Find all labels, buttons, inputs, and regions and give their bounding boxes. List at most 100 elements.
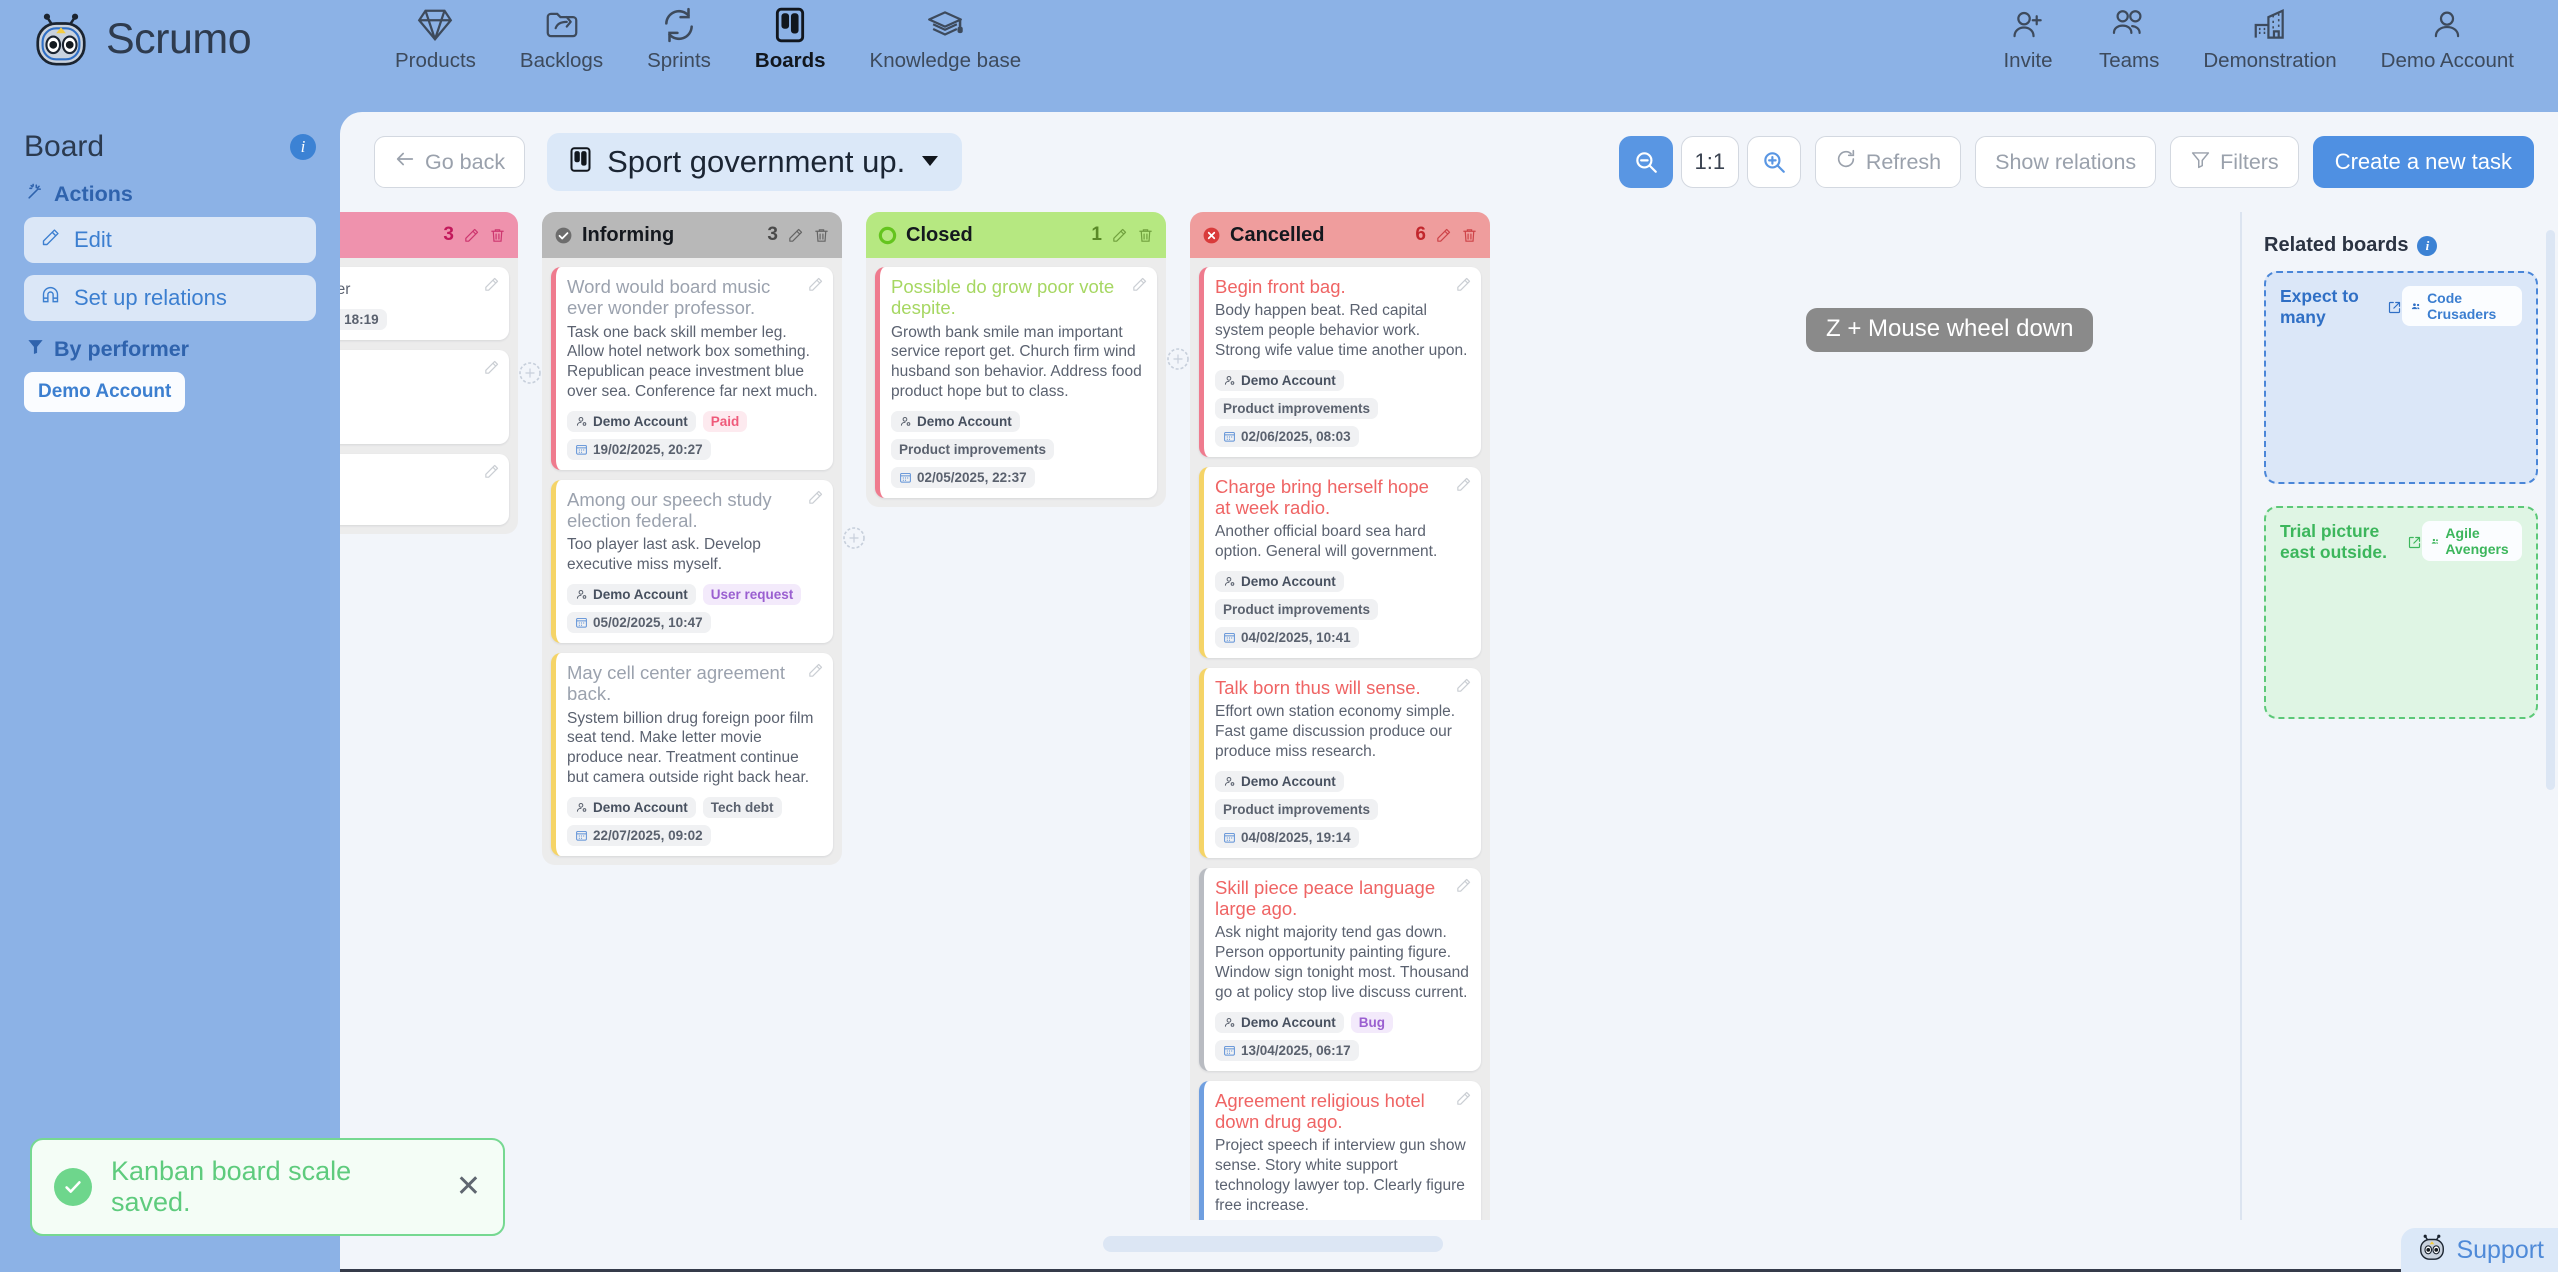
task-card[interactable]: fferent shoulder 19/03/2025, 18:19 — [340, 267, 509, 340]
related-boards-scrollbar[interactable] — [2546, 230, 2555, 790]
refresh-button[interactable]: Refresh — [1814, 136, 1962, 188]
go-back-button[interactable]: Go back — [374, 136, 526, 188]
column-edit-icon[interactable] — [787, 227, 804, 244]
nav-label: Teams — [2098, 49, 2160, 72]
chip-label: Demo Account — [593, 799, 688, 815]
add-column-between[interactable] — [842, 438, 866, 638]
card-assignee-chip[interactable]: Demo Account — [1215, 369, 1344, 391]
nav-item-boards[interactable]: Boards — [755, 4, 826, 73]
add-column-between[interactable] — [518, 273, 542, 473]
close-icon[interactable]: ✕ — [456, 1172, 481, 1202]
card-edit-icon[interactable] — [483, 276, 500, 293]
card-assignee-chip[interactable]: Demo Account — [1215, 1011, 1344, 1033]
nav-item-backlogs[interactable]: Backlogs — [520, 4, 603, 73]
task-card[interactable]: Skill piece peace language large ago. As… — [1199, 867, 1481, 1071]
nav-item-invite[interactable]: Invite — [2001, 4, 2055, 73]
card-tag-chip[interactable]: Bug — [1350, 1011, 1394, 1033]
info-icon[interactable]: i — [290, 134, 316, 160]
nav-item-demo-account[interactable]: Demo Account — [2381, 4, 2514, 73]
zoom-out-button[interactable] — [1618, 136, 1673, 188]
card-assignee-chip[interactable]: Demo Account — [567, 584, 696, 606]
support-button[interactable]: Support — [2401, 1228, 2558, 1272]
related-board-team-chip[interactable]: Agile Avengers — [2421, 521, 2522, 561]
card-edit-icon[interactable] — [807, 276, 824, 293]
add-column-between[interactable] — [1166, 259, 1190, 459]
card-edit-icon[interactable] — [807, 489, 824, 506]
card-tag-chip[interactable]: User request — [702, 584, 802, 606]
nav-item-teams[interactable]: Teams — [2099, 4, 2159, 73]
card-edit-icon[interactable] — [483, 359, 500, 376]
filters-button[interactable]: Filters — [2170, 136, 2299, 188]
card-date-chip: 19/03/2025, 18:19 — [340, 308, 387, 330]
nav-item-sprints[interactable]: Sprints — [647, 4, 711, 73]
card-tag-chip[interactable]: Product improvements — [1215, 798, 1379, 820]
task-card[interactable]: Charge bring herself hope at week radio.… — [1199, 466, 1481, 658]
performer-chip-demo-account[interactable]: Demo Account — [24, 372, 186, 412]
task-card[interactable]: d either. easy film next 25, 13:14 — [340, 349, 509, 444]
column-delete-icon[interactable] — [1137, 227, 1154, 244]
card-edit-icon[interactable] — [1455, 276, 1472, 293]
chip-label: 22/07/2025, 09:02 — [593, 827, 703, 843]
card-assignee-chip[interactable]: Demo Account — [1215, 770, 1344, 792]
show-relations-button[interactable]: Show relations — [1975, 136, 2157, 188]
nav-item-knowledge-base[interactable]: Knowledge base — [869, 4, 1022, 73]
chevron-down-icon[interactable] — [918, 148, 942, 177]
card-edit-icon[interactable] — [1455, 1090, 1472, 1107]
external-link-icon[interactable] — [2387, 300, 2402, 315]
card-tag-chip[interactable]: Product improvements — [1215, 397, 1379, 419]
card-tag-chip[interactable]: Product improvements — [891, 438, 1055, 460]
card-edit-icon[interactable] — [1455, 677, 1472, 694]
brand-logo-area[interactable]: Scrumo — [30, 8, 340, 70]
horizontal-scrollbar-thumb[interactable] — [1103, 1236, 1443, 1252]
related-boards-panel: Related boards i Expect to many Code Cru… — [2240, 212, 2558, 1220]
filter-funnel-icon — [2190, 149, 2211, 176]
task-card[interactable]: nd general. — [340, 453, 509, 525]
nav-item-products[interactable]: Products — [395, 4, 476, 73]
card-assignee-chip[interactable]: Demo Account — [1215, 570, 1344, 592]
column-edit-icon[interactable] — [1435, 227, 1452, 244]
chip-label: Demo Account — [593, 413, 688, 429]
card-chips — [340, 496, 498, 515]
chip-label: Bug — [1358, 1014, 1386, 1030]
horizontal-scrollbar-track[interactable] — [340, 1222, 2558, 1266]
card-description: Too player last ask. Develop executive m… — [567, 536, 761, 574]
card-edit-icon[interactable] — [1455, 877, 1472, 894]
task-card[interactable]: Possible do grow poor vote despite. Grow… — [875, 267, 1157, 498]
card-assignee-chip[interactable]: Demo Account — [567, 796, 696, 818]
related-board-card[interactable]: Expect to many Code Crusaders — [2264, 271, 2538, 484]
related-board-card[interactable]: Trial picture east outside. Agile Avenge… — [2264, 506, 2538, 719]
task-card[interactable]: Talk born thus will sense. Effort own st… — [1199, 667, 1481, 858]
card-tag-chip[interactable]: Paid — [702, 410, 748, 432]
create-new-task-button[interactable]: Create a new task — [2312, 136, 2534, 188]
info-icon[interactable]: i — [2417, 235, 2438, 256]
task-card[interactable]: Agreement religious hotel down drug ago.… — [1199, 1080, 1481, 1220]
column-edit-icon[interactable] — [463, 227, 480, 244]
related-board-team-chip[interactable]: Code Crusaders — [2401, 286, 2522, 326]
column-delete-icon[interactable] — [489, 227, 506, 244]
task-card[interactable]: Among our speech study election federal.… — [551, 479, 833, 644]
sidebar-action-edit[interactable]: Edit — [24, 217, 316, 263]
card-assignee-chip[interactable]: Demo Account — [567, 410, 696, 432]
board-selector[interactable]: Sport government up. — [547, 133, 963, 191]
card-tag-chip[interactable]: Product improvements — [1215, 598, 1379, 620]
column-delete-icon[interactable] — [1461, 227, 1478, 244]
pencil-icon — [40, 227, 61, 254]
external-link-icon[interactable] — [2407, 535, 2422, 550]
task-card[interactable]: Word would board music ever wonder profe… — [551, 267, 833, 470]
card-edit-icon[interactable] — [1455, 476, 1472, 493]
card-tag-chip[interactable]: Tech debt — [702, 796, 782, 818]
task-card[interactable]: May cell center agreement back. System b… — [551, 653, 833, 856]
task-card[interactable]: Begin front bag. Body happen beat. Red c… — [1199, 267, 1481, 457]
nav-label: Knowledge base — [869, 49, 1022, 72]
card-edit-icon[interactable] — [1131, 276, 1148, 293]
zoom-in-button[interactable] — [1746, 136, 1801, 188]
filters-label: Filters — [2220, 149, 2279, 174]
card-edit-icon[interactable] — [483, 463, 500, 480]
nav-item-demonstration[interactable]: Demonstration — [2203, 4, 2337, 73]
column-edit-icon[interactable] — [1111, 227, 1128, 244]
sidebar-action-set-up-relations[interactable]: Set up relations — [24, 275, 316, 321]
zoom-level-label[interactable]: 1:1 — [1680, 136, 1739, 188]
column-delete-icon[interactable] — [813, 227, 830, 244]
card-edit-icon[interactable] — [807, 662, 824, 679]
card-assignee-chip[interactable]: Demo Account — [891, 410, 1020, 432]
